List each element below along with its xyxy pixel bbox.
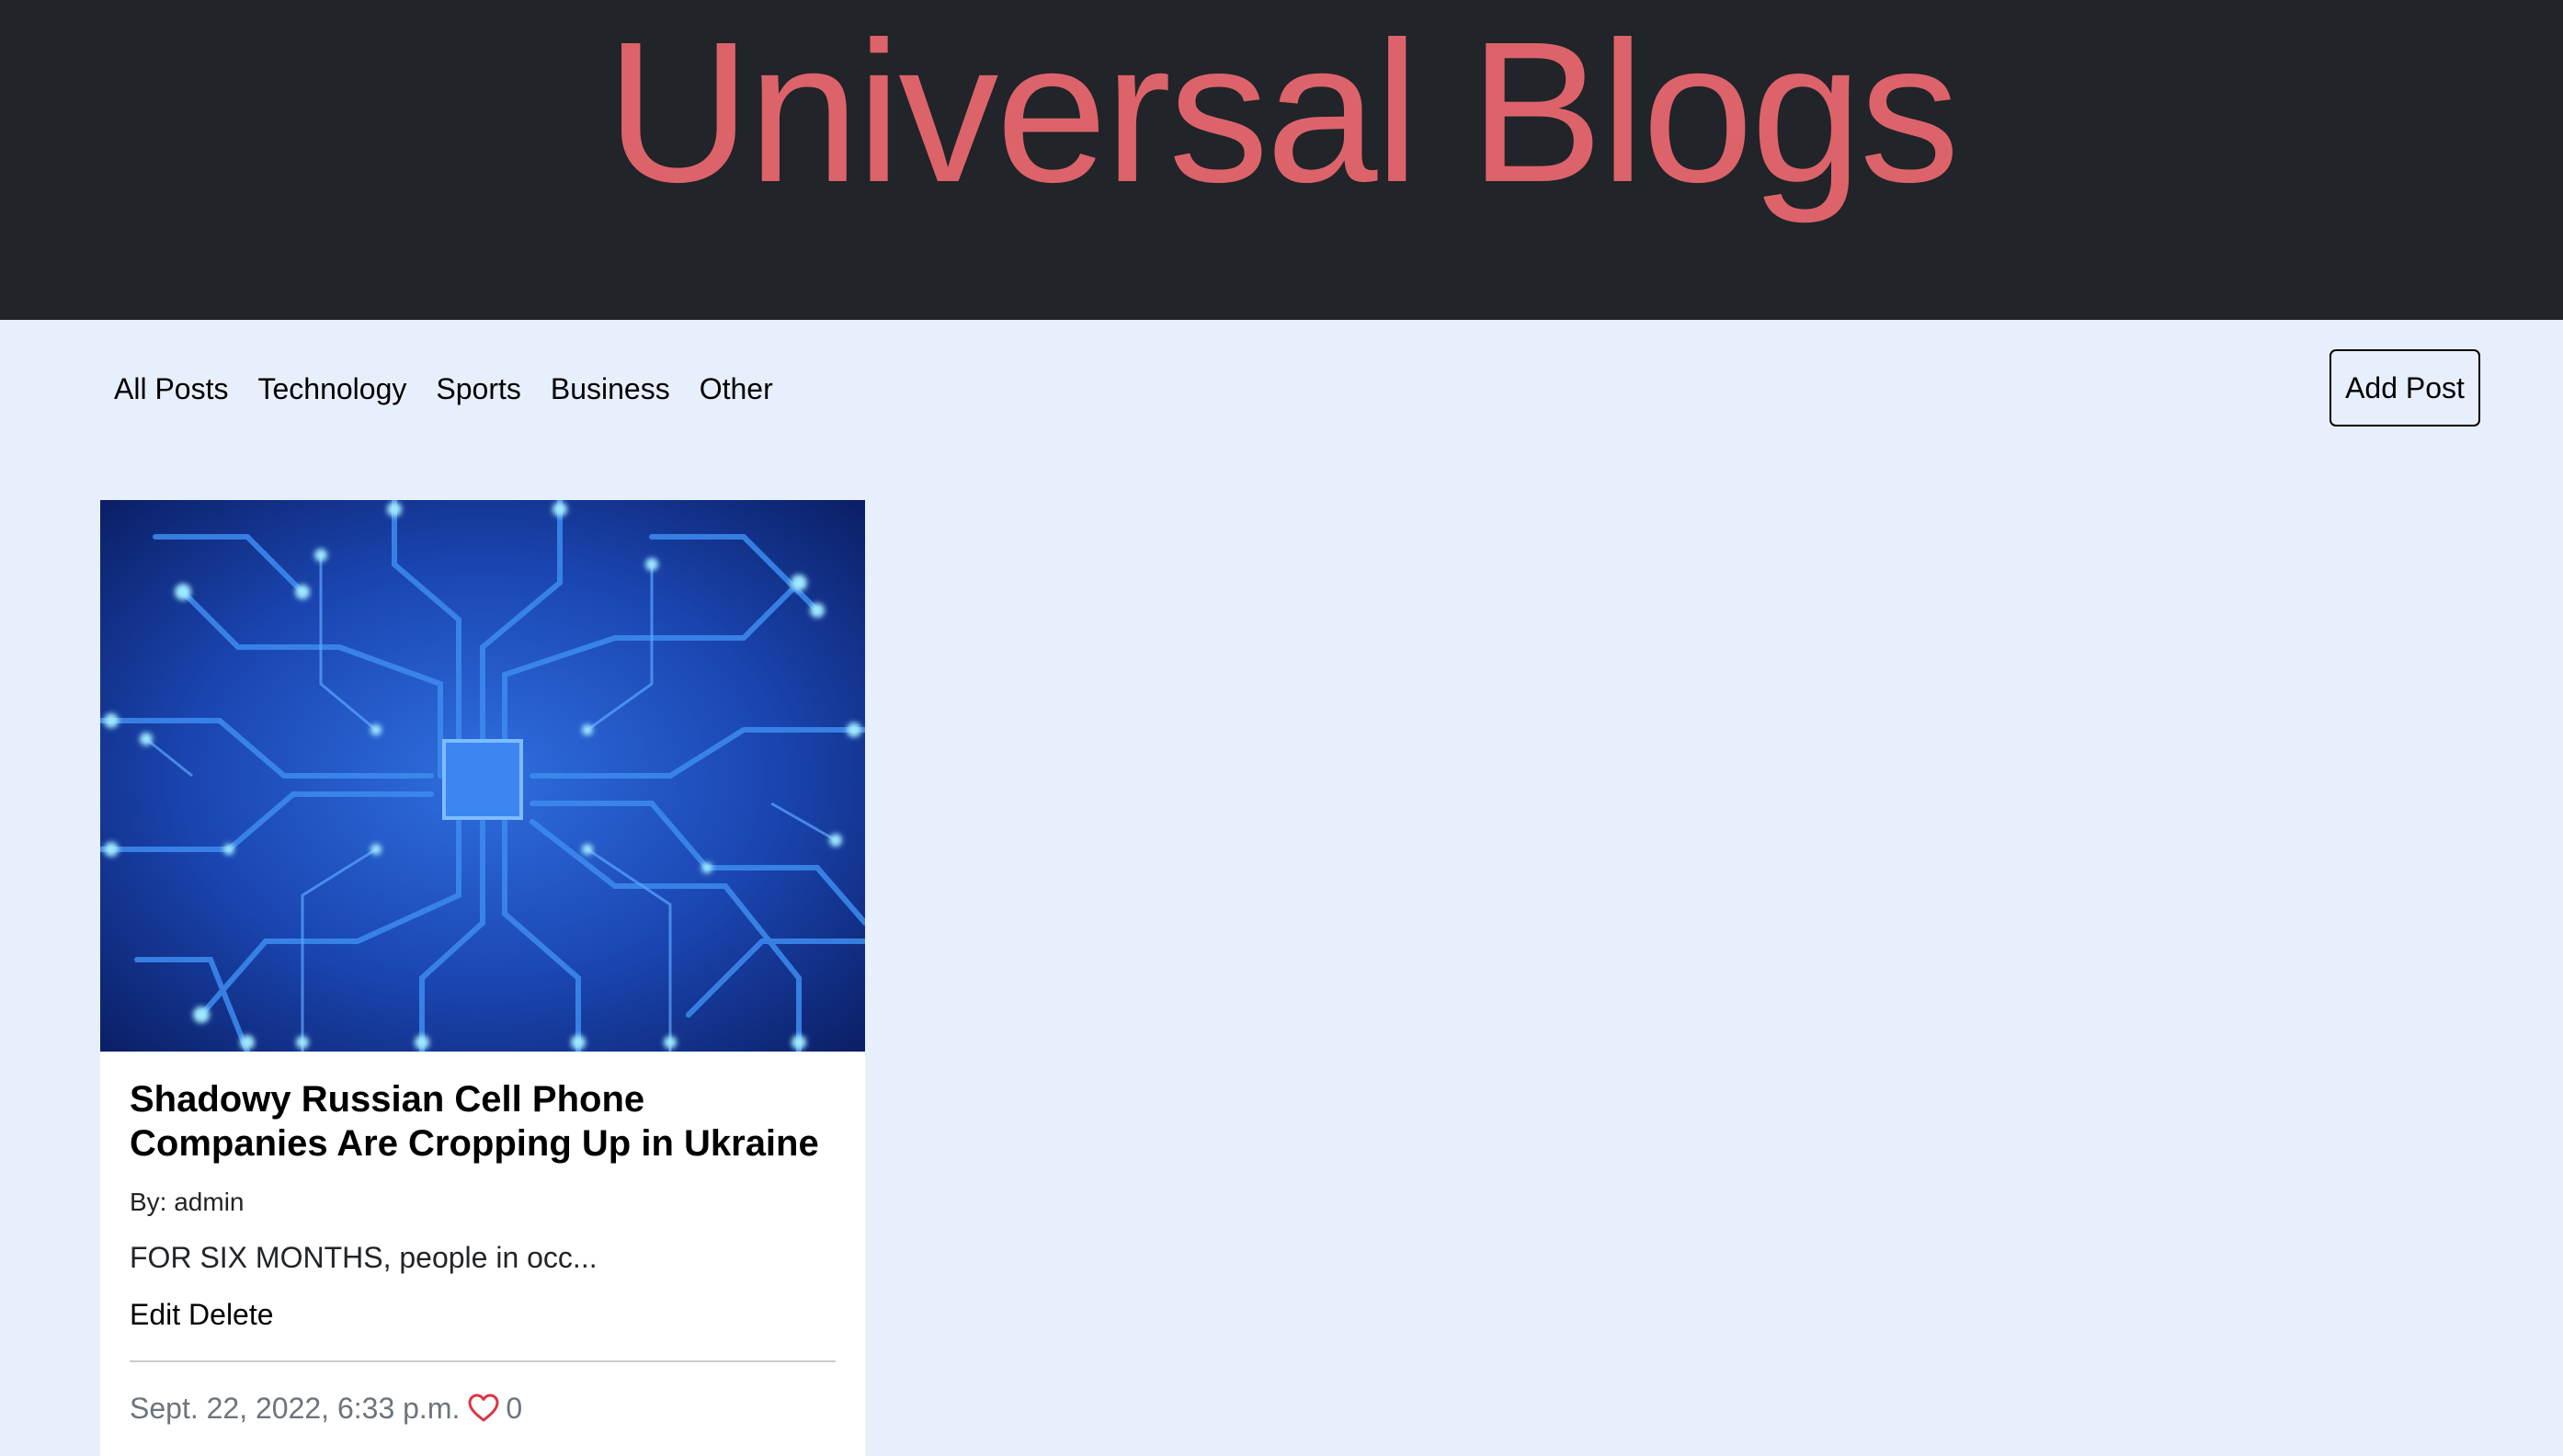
post-date: Sept. 22, 2022, 6:33 p.m. — [130, 1392, 461, 1425]
like-count: 0 — [506, 1392, 523, 1425]
site-header: Universal Blogs — [0, 0, 2563, 320]
nav-link-technology[interactable]: Technology — [257, 372, 406, 406]
nav-link-business[interactable]: Business — [551, 372, 670, 406]
post-author: By: admin — [130, 1188, 245, 1216]
category-nav: All Posts Technology Sports Business Oth… — [99, 366, 788, 412]
delete-post-link[interactable]: Delete — [188, 1298, 274, 1331]
nav-link-other[interactable]: Other — [700, 372, 773, 406]
circuit-board-image[interactable] — [100, 500, 865, 1052]
heart-icon[interactable] — [467, 1393, 500, 1423]
post-card: Shadowy Russian Cell Phone Companies Are… — [100, 500, 865, 1456]
nav-link-all-posts[interactable]: All Posts — [114, 372, 228, 406]
post-excerpt: FOR SIX MONTHS, people in occ... — [130, 1241, 598, 1274]
add-post-button[interactable]: Add Post — [2329, 349, 2480, 427]
post-card-body: Shadowy Russian Cell Phone Companies Are… — [130, 1052, 836, 1427]
post-actions: Edit Delete — [130, 1296, 836, 1333]
site-title: Universal Blogs — [606, 1, 1960, 224]
nav-link-sports[interactable]: Sports — [436, 372, 520, 406]
post-meta: Sept. 22, 2022, 6:33 p.m. 0 — [130, 1390, 836, 1427]
card-divider — [130, 1360, 836, 1362]
edit-post-link[interactable]: Edit — [130, 1298, 180, 1331]
post-title[interactable]: Shadowy Russian Cell Phone Companies Are… — [130, 1052, 836, 1166]
